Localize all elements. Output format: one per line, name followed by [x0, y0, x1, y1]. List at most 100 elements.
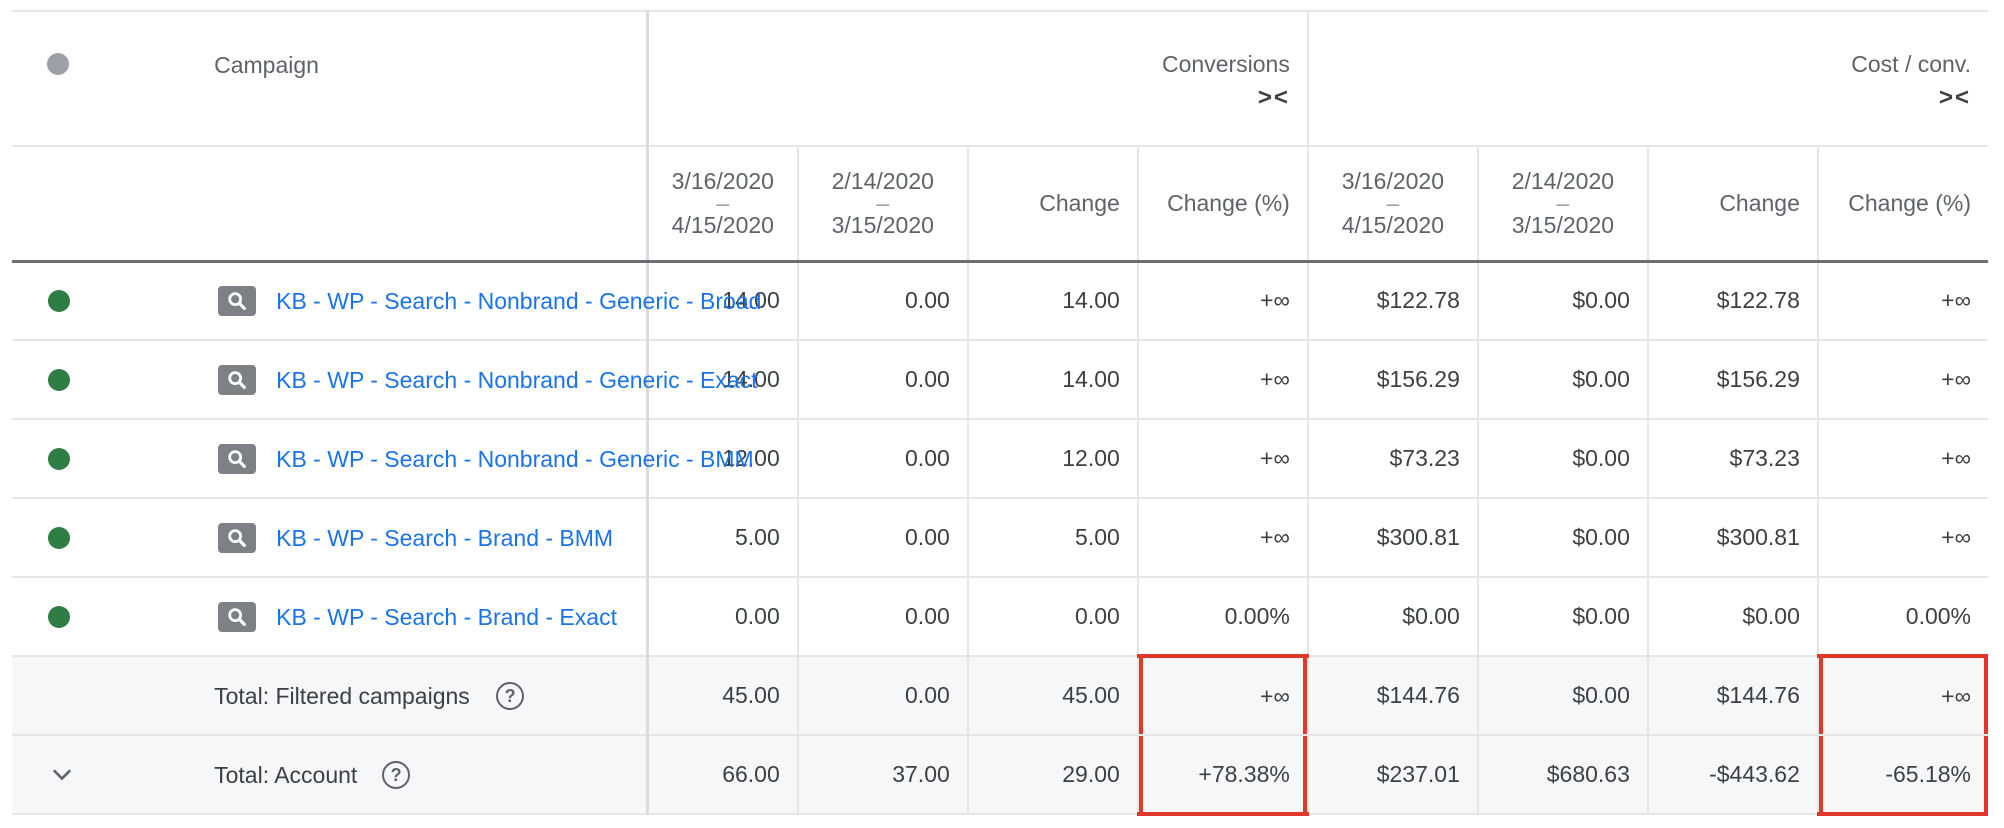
enabled-status-dot-icon[interactable] [48, 289, 70, 312]
conv-current-range-header[interactable]: 3/16/2020 – 4/15/2020 [645, 146, 798, 263]
chevron-down-icon[interactable] [48, 761, 76, 789]
cost-change-pct-cell: +∞ [1816, 419, 1988, 499]
range-end: 4/15/2020 [1341, 212, 1445, 239]
total-account-label: Total: Account [214, 761, 358, 788]
cost-per-conv-group-title[interactable]: Cost / conv. [1309, 50, 1971, 78]
conv-previous-cell: 37.00 [796, 735, 968, 815]
campaign-name-link[interactable]: KB - WP - Search - Brand - BMM [276, 524, 613, 552]
collapse-columns-icon[interactable]: >< [649, 84, 1290, 112]
conversions-group-header: Conversions >< [645, 10, 1308, 147]
cost-change-pct-cell-highlighted: +∞ [1816, 654, 1988, 736]
enabled-status-dot-icon[interactable] [48, 447, 70, 470]
table-row: KB - WP - Search - Nonbrand - Generic - … [12, 419, 1988, 499]
campaign-cell: KB - WP - Search - Brand - BMM [86, 498, 648, 578]
cost-previous-cell: $0.00 [1476, 498, 1648, 578]
campaign-cell: KB - WP - Search - Brand - Exact [86, 577, 648, 657]
campaign-cell: KB - WP - Search - Nonbrand - Generic - … [86, 340, 758, 420]
cost-change-cell: -$443.62 [1646, 735, 1818, 815]
conv-previous-cell: 0.00 [796, 577, 968, 657]
cost-current-cell: $0.00 [1306, 577, 1478, 657]
conv-change-cell: 45.00 [966, 656, 1138, 736]
campaign-cell: KB - WP - Search - Nonbrand - Generic - … [86, 419, 754, 499]
conv-change-pct-header[interactable]: Change (%) [1136, 146, 1308, 263]
status-column-header[interactable] [12, 10, 87, 147]
cost-change-pct-cell: +∞ [1816, 498, 1988, 578]
cost-change-cell: $144.76 [1646, 656, 1818, 736]
conv-change-pct-cell: +∞ [1136, 261, 1308, 341]
conv-current-cell: 45.00 [645, 656, 798, 736]
cost-current-cell: $73.23 [1306, 419, 1478, 499]
cost-previous-range-header[interactable]: 2/14/2020 – 3/15/2020 [1476, 146, 1648, 263]
cost-current-cell: $156.29 [1306, 340, 1478, 420]
enabled-status-dot-icon[interactable] [48, 368, 70, 391]
conv-change-header[interactable]: Change [966, 146, 1138, 263]
range-end: 3/15/2020 [831, 212, 934, 239]
conv-change-pct-cell-highlighted: +∞ [1136, 654, 1308, 736]
cost-change-cell: $122.78 [1646, 261, 1818, 341]
campaign-name-link[interactable]: KB - WP - Search - Nonbrand - Generic - … [276, 366, 757, 394]
status-cell[interactable] [12, 577, 87, 657]
cost-current-range-header[interactable]: 3/16/2020 – 4/15/2020 [1306, 146, 1478, 263]
conv-previous-cell: 0.00 [796, 498, 968, 578]
table-row: KB - WP - Search - Nonbrand - Generic - … [12, 340, 1988, 420]
campaign-subheader [86, 146, 648, 263]
status-cell[interactable] [12, 340, 87, 420]
cost-change-cell: $300.81 [1646, 498, 1818, 578]
conv-previous-cell: 0.00 [796, 656, 968, 736]
cost-previous-cell: $0.00 [1476, 577, 1648, 657]
conv-change-pct-cell: +∞ [1136, 340, 1308, 420]
table-subheader-row: 3/16/2020 – 4/15/2020 2/14/2020 – 3/15/2… [12, 146, 1988, 263]
cost-current-cell: $122.78 [1306, 261, 1478, 341]
cost-change-cell: $156.29 [1646, 340, 1818, 420]
table-row: KB - WP - Search - Brand - Exact 0.00 0.… [12, 577, 1988, 657]
conversions-group-title[interactable]: Conversions [649, 50, 1290, 78]
status-cell[interactable] [12, 498, 87, 578]
help-icon[interactable]: ? [382, 760, 411, 789]
cost-change-pct-cell-highlighted: -65.18% [1816, 735, 1988, 816]
cost-change-pct-cell: +∞ [1816, 340, 1988, 420]
expand-cell[interactable] [12, 735, 87, 815]
cost-previous-cell: $680.63 [1476, 735, 1648, 815]
status-cell [12, 656, 87, 736]
campaign-column-header[interactable]: Campaign [86, 10, 648, 147]
conv-previous-cell: 0.00 [796, 419, 968, 499]
conv-change-pct-cell-highlighted: +78.38% [1136, 735, 1308, 816]
table-header-row: Campaign Conversions >< Cost / conv. >< [12, 10, 1988, 147]
campaign-name-link[interactable]: KB - WP - Search - Brand - Exact [276, 603, 617, 631]
total-account-row: Total: Account ? 66.00 37.00 29.00 +78.3… [12, 735, 1988, 816]
search-campaign-icon [218, 364, 257, 395]
cost-change-header[interactable]: Change [1646, 146, 1818, 263]
status-subheader [12, 146, 87, 263]
all-status-dot-icon[interactable] [47, 53, 69, 75]
search-campaign-icon [218, 285, 257, 316]
help-icon[interactable]: ? [496, 681, 525, 710]
cost-change-cell: $73.23 [1646, 419, 1818, 499]
status-cell[interactable] [12, 419, 87, 499]
cost-previous-cell: $0.00 [1476, 340, 1648, 420]
cost-previous-cell: $0.00 [1476, 419, 1648, 499]
campaign-name-link[interactable]: KB - WP - Search - Nonbrand - Generic - … [276, 445, 754, 473]
campaign-cell: KB - WP - Search - Nonbrand - Generic - … [86, 261, 761, 341]
cost-change-pct-header[interactable]: Change (%) [1816, 146, 1988, 263]
search-campaign-icon [218, 601, 257, 632]
conv-current-cell: 0.00 [645, 577, 798, 657]
conv-previous-cell: 0.00 [796, 340, 968, 420]
enabled-status-dot-icon[interactable] [48, 526, 70, 549]
conv-previous-range-header[interactable]: 2/14/2020 – 3/15/2020 [796, 146, 968, 263]
range-dash: – [716, 190, 730, 217]
conv-change-cell: 14.00 [966, 261, 1138, 341]
total-filtered-label: Total: Filtered campaigns [214, 682, 470, 709]
cost-previous-cell: $0.00 [1476, 261, 1648, 341]
collapse-columns-icon[interactable]: >< [1309, 84, 1971, 112]
range-dash: – [876, 190, 890, 217]
search-campaign-icon [218, 443, 257, 474]
conv-change-pct-cell: +∞ [1136, 419, 1308, 499]
cost-previous-cell: $0.00 [1476, 656, 1648, 736]
conv-change-cell: 5.00 [966, 498, 1138, 578]
conv-change-cell: 14.00 [966, 340, 1138, 420]
conv-previous-cell: 0.00 [796, 261, 968, 341]
campaign-name-link[interactable]: KB - WP - Search - Nonbrand - Generic - … [276, 287, 761, 315]
total-label-cell: Total: Account ? [86, 735, 648, 815]
status-cell[interactable] [12, 261, 87, 341]
enabled-status-dot-icon[interactable] [48, 605, 70, 628]
